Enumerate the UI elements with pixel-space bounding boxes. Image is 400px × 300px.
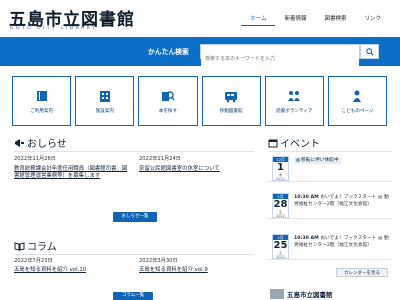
- event-year: 2022: [276, 255, 285, 259]
- bus-icon: [225, 92, 238, 103]
- column-title-link[interactable]: 五島を知る資料を紹介 vol.9: [139, 267, 255, 274]
- book-open-icon: [14, 241, 25, 251]
- news-title-link[interactable]: 奈留公民館図書室の休室について: [139, 166, 255, 173]
- library-photo-thumbnail: [270, 289, 284, 299]
- column-date: 2022年7月23日: [14, 258, 53, 264]
- news-heading-text: おしらせ: [27, 139, 67, 150]
- column-heading-text: コラム: [27, 242, 57, 253]
- events-heading: イベント: [268, 135, 320, 150]
- event-text: 10:30 AM おいでよ！ブックスタート @ 勤労福祉センター2階（福江文化会…: [294, 235, 390, 249]
- column-date: 2022年3月30日: [139, 258, 178, 264]
- news-heading: おしらせ: [14, 135, 67, 150]
- tile-label: 本を探す: [158, 109, 178, 114]
- site-subtitle: GOTO CITY LIBRARY: [10, 26, 98, 31]
- tile-label: 移動図書館: [219, 109, 243, 114]
- tile-usage-guide[interactable]: ご利用案内: [12, 76, 72, 126]
- tile-label: ご利用案内: [30, 109, 54, 114]
- child-icon: [353, 90, 362, 102]
- main-nav: ホーム 新着情報 図書検索 リンク: [241, 11, 390, 26]
- footer-logo: 五島市立図書館: [270, 288, 400, 300]
- news-item: 2022年11月26日 教育総務課会計年度任用職員（図書館司書、図書館管理運営業…: [14, 156, 130, 181]
- event-day: 25: [273, 240, 288, 251]
- book-icon: [36, 91, 47, 101]
- column-more-button[interactable]: コラム一覧: [113, 292, 153, 300]
- column-divider: [14, 254, 254, 255]
- event-item[interactable]: 1月 28 土 2022 10:30 AM おいでよ！ブックスタート @ 勤労福…: [268, 192, 392, 219]
- nav-links[interactable]: リンク: [355, 11, 390, 26]
- tile-label: こどものページ: [341, 109, 374, 114]
- service-tiles: ご利用案内 施設案内 本を探す 移動図書館 読書ボランティア こどものページ: [12, 76, 388, 126]
- tile-label: 施設案内: [95, 109, 114, 114]
- event-year: 2022: [276, 177, 285, 181]
- calendar-icon: [268, 139, 278, 147]
- tile-find-books[interactable]: 本を探す: [138, 76, 198, 126]
- tile-mobile-library[interactable]: 移動図書館: [201, 76, 261, 126]
- nav-home[interactable]: ホーム: [241, 11, 276, 26]
- footer-logo-text: 五島市立図書館: [287, 291, 333, 299]
- news-date: 2022年11月26日: [14, 156, 56, 162]
- column-heading: コラム: [14, 238, 57, 253]
- search-band: かんたん検索: [0, 37, 400, 66]
- column-title-link[interactable]: 五島を知る資料を紹介 vol.10: [14, 267, 130, 274]
- event-badge: 移転に伴い休館中: [294, 157, 341, 165]
- news-title-link[interactable]: 教育総務課会計年度任用職員（図書館司書、図書館管理運営業務等）を募集します: [14, 166, 130, 181]
- search-button[interactable]: [360, 44, 379, 59]
- tile-reading-volunteer[interactable]: 読書ボランティア: [264, 76, 324, 126]
- news-divider: [14, 151, 254, 152]
- search-box: [200, 44, 360, 66]
- news-more-button[interactable]: おしらせ一覧: [113, 212, 157, 222]
- event-year: 2022: [276, 214, 285, 218]
- events-heading-text: イベント: [280, 139, 320, 150]
- event-title: 移転に伴い休館中: [301, 158, 339, 163]
- event-time: 10:30 AM: [294, 195, 319, 200]
- nav-book-search[interactable]: 図書検索: [315, 11, 355, 26]
- event-date: 12月 1 木 2022: [272, 156, 289, 181]
- event-time: 10:30 AM: [294, 236, 319, 241]
- event-day: 1: [277, 162, 284, 173]
- event-text: 移転に伴い休館中: [294, 157, 390, 165]
- clock-icon: [296, 157, 300, 162]
- news-item: 2022年11月24日 奈留公民館図書室の休室について: [139, 156, 255, 173]
- column-item: 2022年3月30日 五島を知る資料を紹介 vol.9: [139, 258, 255, 274]
- search-icon: [365, 47, 374, 56]
- nav-new-arrivals[interactable]: 新着情報: [275, 11, 315, 26]
- search-book-icon: [161, 91, 175, 101]
- site-header: 五島市立図書館 GOTO CITY LIBRARY ホーム 新着情報 図書検索 …: [0, 0, 400, 36]
- event-date: 1月 28 土 2022: [272, 193, 289, 218]
- news-date: 2022年11月24日: [139, 156, 181, 162]
- building-icon: [99, 91, 110, 102]
- event-item[interactable]: 1月 25 土 2022 10:30 AM おいでよ！ブックスタート @ 勤労福…: [268, 233, 392, 260]
- event-date: 1月 25 土 2022: [272, 234, 289, 259]
- calendar-more-button[interactable]: カレンダーを見る: [336, 268, 388, 277]
- search-input[interactable]: [201, 52, 359, 66]
- megaphone-icon: [15, 138, 24, 147]
- search-label: かんたん検索: [148, 48, 189, 56]
- event-day: 28: [273, 199, 288, 210]
- event-item[interactable]: 12月 1 木 2022 移転に伴い休館中: [268, 155, 392, 182]
- event-text: 10:30 AM おいでよ！ブックスタート @ 勤労福祉センター2階（福江文化会…: [294, 194, 390, 208]
- events-divider: [268, 151, 392, 152]
- tile-label: 読書ボランティア: [276, 109, 313, 114]
- volunteer-icon: [288, 91, 301, 101]
- column-item: 2022年7月23日 五島を知る資料を紹介 vol.10: [14, 258, 130, 274]
- tile-kids-page[interactable]: こどものページ: [327, 76, 388, 126]
- tile-facility-guide[interactable]: 施設案内: [75, 76, 135, 126]
